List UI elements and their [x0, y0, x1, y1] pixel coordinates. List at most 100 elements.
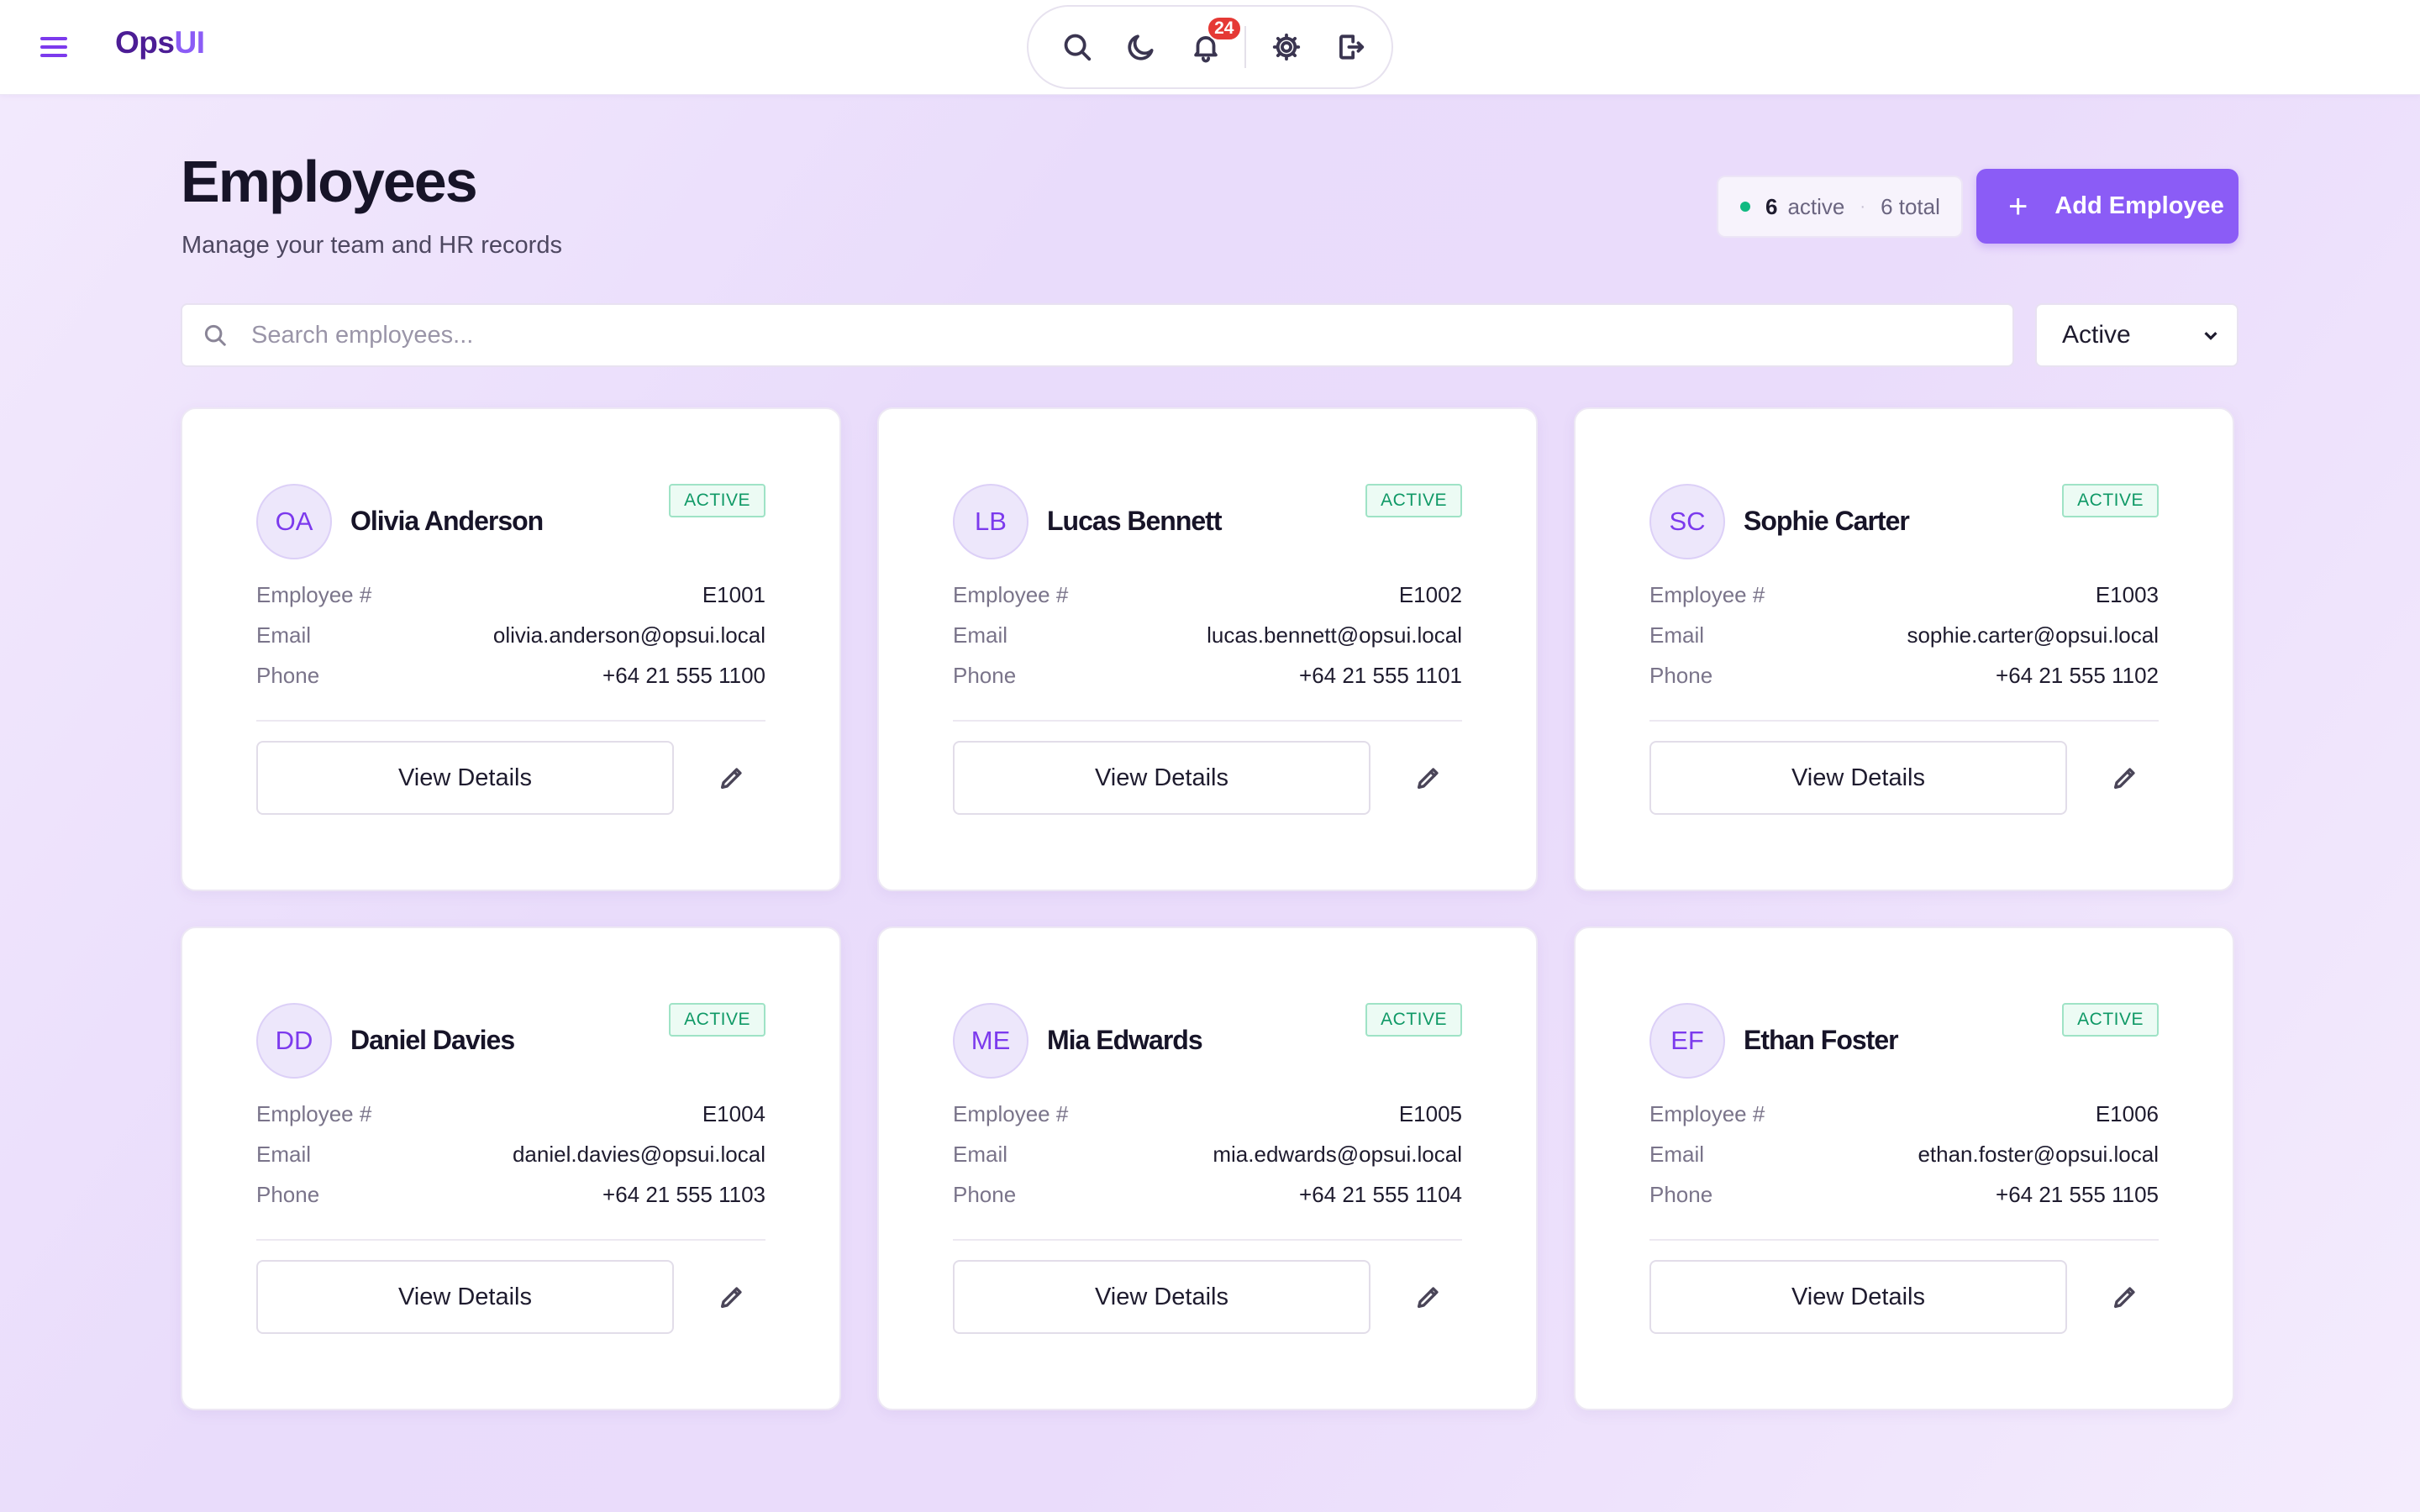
edit-button[interactable] — [2096, 1268, 2154, 1326]
brand-name-part1: Ops — [115, 25, 175, 60]
employee-number-value: E1001 — [702, 581, 765, 607]
employee-number-label: Employee # — [256, 1100, 372, 1126]
menu-icon[interactable] — [37, 32, 71, 62]
search-input[interactable] — [251, 321, 1848, 349]
brand-logo[interactable]: OpsUI — [115, 25, 205, 60]
pencil-icon — [1417, 768, 1439, 790]
page-title: Employees — [181, 149, 478, 214]
gear-icon[interactable] — [1263, 24, 1309, 71]
email-label: Email — [256, 1141, 312, 1167]
add-employee-button[interactable]: + Add Employee — [1976, 169, 2238, 244]
card-divider — [953, 1239, 1462, 1241]
bell-icon[interactable]: 24 — [1182, 16, 1242, 71]
employee-name[interactable]: Daniel Davies — [350, 1025, 515, 1056]
employee-card: EF Ethan Foster ACTIVE Employee # E1006 … — [1574, 927, 2234, 1410]
employee-name[interactable]: Lucas Bennett — [1047, 506, 1222, 537]
edit-button[interactable] — [1400, 749, 1457, 806]
search-icon[interactable] — [1054, 24, 1100, 71]
pencil-icon — [2113, 768, 2135, 790]
employee-number-value: E1004 — [702, 1100, 765, 1126]
edit-button[interactable] — [703, 1268, 760, 1326]
page-subtitle: Manage your team and HR records — [182, 232, 562, 259]
active-label: active — [1787, 193, 1845, 219]
card-divider — [1649, 720, 2159, 722]
status-filter-value: Active — [2062, 321, 2131, 349]
edit-button[interactable] — [703, 749, 760, 806]
email-label: Email — [256, 622, 312, 648]
email-row: Email lucas.bennett@opsui.local — [953, 620, 1462, 650]
employee-card: OA Olivia Anderson ACTIVE Employee # E10… — [181, 407, 841, 891]
status-badge: ACTIVE — [2062, 484, 2159, 517]
view-details-button[interactable]: View Details — [1649, 741, 2067, 815]
edit-button[interactable] — [2096, 749, 2154, 806]
email-value: olivia.anderson@opsui.local — [492, 622, 765, 648]
phone-label: Phone — [1649, 1181, 1713, 1207]
view-details-button[interactable]: View Details — [953, 741, 1370, 815]
moon-icon[interactable] — [1118, 24, 1164, 71]
employee-card: LB Lucas Bennett ACTIVE Employee # E1002… — [877, 407, 1538, 891]
view-details-button[interactable]: View Details — [256, 741, 674, 815]
employee-name[interactable]: Olivia Anderson — [350, 506, 544, 537]
toolbar-divider — [1244, 26, 1247, 68]
pencil-icon — [1417, 1287, 1439, 1309]
phone-value: +64 21 555 1105 — [1996, 1181, 2159, 1207]
phone-row: Phone +64 21 555 1100 — [256, 660, 765, 690]
employee-name[interactable]: Ethan Foster — [1744, 1025, 1899, 1056]
email-row: Email ethan.foster@opsui.local — [1649, 1139, 2159, 1169]
search-bar — [181, 303, 2014, 367]
employee-stats: 6 active · 6 total — [1717, 176, 1963, 238]
employee-name[interactable]: Mia Edwards — [1047, 1025, 1203, 1056]
avatar: SC — [1649, 484, 1725, 559]
view-details-button[interactable]: View Details — [953, 1260, 1370, 1334]
plus-icon: + — [2008, 187, 2028, 225]
status-badge: ACTIVE — [1365, 1003, 1462, 1037]
email-value: lucas.bennett@opsui.local — [1207, 622, 1462, 648]
phone-value: +64 21 555 1101 — [1299, 662, 1462, 688]
employee-number-row: Employee # E1005 — [953, 1099, 1462, 1129]
email-value: sophie.carter@opsui.local — [1907, 622, 2159, 648]
employee-number-label: Employee # — [953, 581, 1069, 607]
stats-separator: · — [1860, 197, 1866, 216]
status-badge: ACTIVE — [2062, 1003, 2159, 1037]
add-employee-label: Add Employee — [2054, 192, 2224, 219]
status-badge: ACTIVE — [669, 484, 765, 517]
phone-row: Phone +64 21 555 1102 — [1649, 660, 2159, 690]
email-value: ethan.foster@opsui.local — [1918, 1141, 2159, 1167]
view-details-button[interactable]: View Details — [256, 1260, 674, 1334]
phone-row: Phone +64 21 555 1105 — [1649, 1179, 2159, 1210]
employee-number-value: E1003 — [2095, 581, 2159, 607]
status-filter-select[interactable]: Active — [2035, 303, 2238, 367]
status-badge: ACTIVE — [1365, 484, 1462, 517]
card-divider — [1649, 1239, 2159, 1241]
employee-number-row: Employee # E1006 — [1649, 1099, 2159, 1129]
employee-name[interactable]: Sophie Carter — [1744, 506, 1910, 537]
email-label: Email — [1649, 622, 1705, 648]
email-row: Email olivia.anderson@opsui.local — [256, 620, 765, 650]
pencil-icon — [2113, 1287, 2135, 1309]
card-divider — [256, 720, 765, 722]
active-status-dot — [1740, 202, 1750, 212]
edit-button[interactable] — [1400, 1268, 1457, 1326]
phone-label: Phone — [953, 662, 1017, 688]
chevron-down-icon — [2204, 332, 2217, 340]
employee-number-row: Employee # E1002 — [953, 580, 1462, 610]
employee-card: SC Sophie Carter ACTIVE Employee # E1003… — [1574, 407, 2234, 891]
employee-number-value: E1002 — [1398, 581, 1462, 607]
logout-icon[interactable] — [1328, 24, 1374, 71]
phone-row: Phone +64 21 555 1104 — [953, 1179, 1462, 1210]
avatar: LB — [953, 484, 1028, 559]
employee-number-label: Employee # — [256, 581, 372, 607]
employee-number-label: Employee # — [953, 1100, 1069, 1126]
search-icon — [204, 324, 226, 346]
employee-card: DD Daniel Davies ACTIVE Employee # E1004… — [181, 927, 841, 1410]
pencil-icon — [720, 1287, 742, 1309]
email-row: Email sophie.carter@opsui.local — [1649, 620, 2159, 650]
employee-number-row: Employee # E1003 — [1649, 580, 2159, 610]
employee-number-row: Employee # E1001 — [256, 580, 765, 610]
view-details-button[interactable]: View Details — [1649, 1260, 2067, 1334]
employee-number-value: E1006 — [2095, 1100, 2159, 1126]
status-badge: ACTIVE — [669, 1003, 765, 1037]
employee-number-label: Employee # — [1649, 581, 1765, 607]
active-count: 6 — [1765, 193, 1778, 219]
email-row: Email daniel.davies@opsui.local — [256, 1139, 765, 1169]
